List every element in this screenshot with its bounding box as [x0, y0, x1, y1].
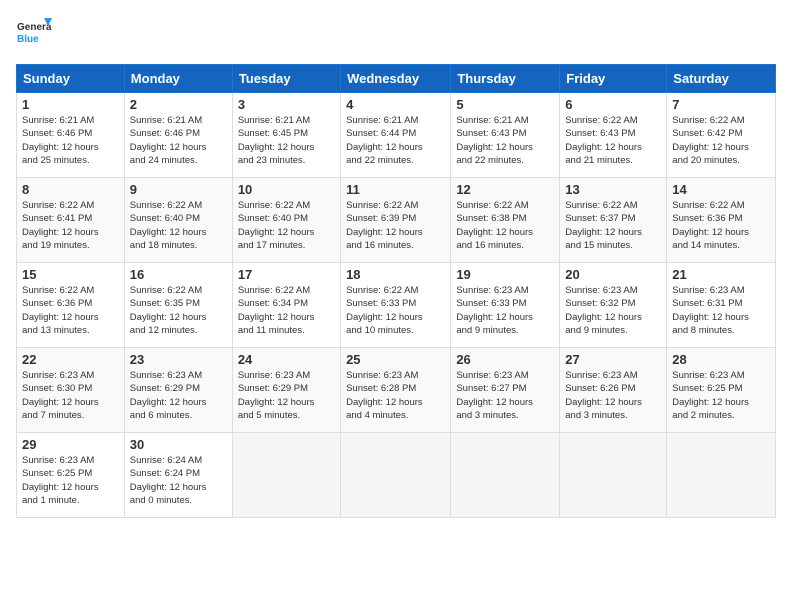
- calendar-header-row: SundayMondayTuesdayWednesdayThursdayFrid…: [17, 65, 776, 93]
- day-cell-19: 19Sunrise: 6:23 AMSunset: 6:33 PMDayligh…: [451, 263, 560, 348]
- week-row-2: 8Sunrise: 6:22 AMSunset: 6:41 PMDaylight…: [17, 178, 776, 263]
- day-cell-29: 29Sunrise: 6:23 AMSunset: 6:25 PMDayligh…: [17, 433, 125, 518]
- day-cell-16: 16Sunrise: 6:22 AMSunset: 6:35 PMDayligh…: [124, 263, 232, 348]
- day-cell-26: 26Sunrise: 6:23 AMSunset: 6:27 PMDayligh…: [451, 348, 560, 433]
- week-row-3: 15Sunrise: 6:22 AMSunset: 6:36 PMDayligh…: [17, 263, 776, 348]
- day-cell-11: 11Sunrise: 6:22 AMSunset: 6:39 PMDayligh…: [341, 178, 451, 263]
- day-cell-1: 1Sunrise: 6:21 AMSunset: 6:46 PMDaylight…: [17, 93, 125, 178]
- day-cell-10: 10Sunrise: 6:22 AMSunset: 6:40 PMDayligh…: [232, 178, 340, 263]
- day-cell-30: 30Sunrise: 6:24 AMSunset: 6:24 PMDayligh…: [124, 433, 232, 518]
- day-cell-12: 12Sunrise: 6:22 AMSunset: 6:38 PMDayligh…: [451, 178, 560, 263]
- day-cell-9: 9Sunrise: 6:22 AMSunset: 6:40 PMDaylight…: [124, 178, 232, 263]
- column-header-tuesday: Tuesday: [232, 65, 340, 93]
- day-cell-2: 2Sunrise: 6:21 AMSunset: 6:46 PMDaylight…: [124, 93, 232, 178]
- day-cell-20: 20Sunrise: 6:23 AMSunset: 6:32 PMDayligh…: [560, 263, 667, 348]
- calendar-table: SundayMondayTuesdayWednesdayThursdayFrid…: [16, 64, 776, 518]
- day-cell-5: 5Sunrise: 6:21 AMSunset: 6:43 PMDaylight…: [451, 93, 560, 178]
- logo: General Blue: [16, 16, 52, 52]
- column-header-sunday: Sunday: [17, 65, 125, 93]
- week-row-1: 1Sunrise: 6:21 AMSunset: 6:46 PMDaylight…: [17, 93, 776, 178]
- empty-day-cell: [667, 433, 776, 518]
- svg-text:Blue: Blue: [17, 34, 39, 45]
- day-cell-7: 7Sunrise: 6:22 AMSunset: 6:42 PMDaylight…: [667, 93, 776, 178]
- day-cell-18: 18Sunrise: 6:22 AMSunset: 6:33 PMDayligh…: [341, 263, 451, 348]
- column-header-thursday: Thursday: [451, 65, 560, 93]
- day-cell-21: 21Sunrise: 6:23 AMSunset: 6:31 PMDayligh…: [667, 263, 776, 348]
- day-cell-14: 14Sunrise: 6:22 AMSunset: 6:36 PMDayligh…: [667, 178, 776, 263]
- empty-day-cell: [451, 433, 560, 518]
- week-row-4: 22Sunrise: 6:23 AMSunset: 6:30 PMDayligh…: [17, 348, 776, 433]
- week-row-5: 29Sunrise: 6:23 AMSunset: 6:25 PMDayligh…: [17, 433, 776, 518]
- day-cell-4: 4Sunrise: 6:21 AMSunset: 6:44 PMDaylight…: [341, 93, 451, 178]
- day-cell-8: 8Sunrise: 6:22 AMSunset: 6:41 PMDaylight…: [17, 178, 125, 263]
- day-cell-25: 25Sunrise: 6:23 AMSunset: 6:28 PMDayligh…: [341, 348, 451, 433]
- empty-day-cell: [232, 433, 340, 518]
- column-header-wednesday: Wednesday: [341, 65, 451, 93]
- day-cell-17: 17Sunrise: 6:22 AMSunset: 6:34 PMDayligh…: [232, 263, 340, 348]
- day-cell-13: 13Sunrise: 6:22 AMSunset: 6:37 PMDayligh…: [560, 178, 667, 263]
- empty-day-cell: [560, 433, 667, 518]
- day-cell-27: 27Sunrise: 6:23 AMSunset: 6:26 PMDayligh…: [560, 348, 667, 433]
- day-cell-3: 3Sunrise: 6:21 AMSunset: 6:45 PMDaylight…: [232, 93, 340, 178]
- svg-text:General: General: [17, 22, 52, 33]
- page-header: General Blue: [16, 16, 776, 52]
- column-header-saturday: Saturday: [667, 65, 776, 93]
- logo-svg: General Blue: [16, 16, 52, 52]
- day-cell-6: 6Sunrise: 6:22 AMSunset: 6:43 PMDaylight…: [560, 93, 667, 178]
- column-header-friday: Friday: [560, 65, 667, 93]
- day-cell-23: 23Sunrise: 6:23 AMSunset: 6:29 PMDayligh…: [124, 348, 232, 433]
- column-header-monday: Monday: [124, 65, 232, 93]
- day-cell-15: 15Sunrise: 6:22 AMSunset: 6:36 PMDayligh…: [17, 263, 125, 348]
- day-cell-22: 22Sunrise: 6:23 AMSunset: 6:30 PMDayligh…: [17, 348, 125, 433]
- day-cell-28: 28Sunrise: 6:23 AMSunset: 6:25 PMDayligh…: [667, 348, 776, 433]
- day-cell-24: 24Sunrise: 6:23 AMSunset: 6:29 PMDayligh…: [232, 348, 340, 433]
- empty-day-cell: [341, 433, 451, 518]
